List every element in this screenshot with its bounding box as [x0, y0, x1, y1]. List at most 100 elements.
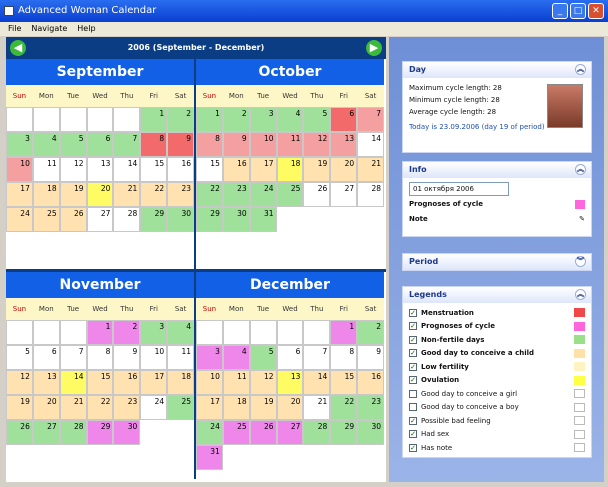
- day-cell[interactable]: 26: [6, 420, 33, 445]
- day-cell[interactable]: 3: [6, 132, 33, 157]
- day-cell[interactable]: 12: [249, 370, 277, 395]
- day-cell[interactable]: 16: [113, 370, 141, 395]
- day-cell[interactable]: 25: [276, 182, 304, 207]
- day-cell[interactable]: 22: [86, 395, 114, 420]
- day-cell[interactable]: 24: [196, 420, 223, 445]
- day-cell[interactable]: 20: [276, 395, 304, 420]
- day-cell[interactable]: 18: [222, 395, 250, 420]
- day-cell[interactable]: 30: [357, 420, 384, 445]
- collapse-icon[interactable]: ︽: [575, 164, 586, 175]
- day-cell[interactable]: 7: [303, 345, 331, 370]
- day-cell[interactable]: 31: [249, 207, 277, 232]
- day-cell[interactable]: 23: [113, 395, 141, 420]
- day-cell[interactable]: 24: [140, 395, 168, 420]
- next-period-button[interactable]: ▶: [366, 40, 382, 56]
- day-cell[interactable]: 14: [113, 157, 141, 182]
- day-cell[interactable]: 1: [196, 107, 223, 132]
- day-cell[interactable]: 2: [167, 107, 194, 132]
- day-cell[interactable]: 16: [222, 157, 250, 182]
- day-cell[interactable]: 11: [276, 132, 304, 157]
- day-cell[interactable]: 1: [330, 320, 358, 345]
- day-cell[interactable]: 5: [6, 345, 33, 370]
- day-cell[interactable]: 13: [32, 370, 60, 395]
- day-cell[interactable]: 5: [59, 132, 87, 157]
- legend-checkbox[interactable]: ✓: [409, 335, 417, 344]
- day-cell[interactable]: 10: [196, 370, 223, 395]
- day-cell[interactable]: 17: [6, 182, 33, 207]
- day-cell[interactable]: 13: [330, 132, 358, 157]
- day-cell[interactable]: 22: [196, 182, 223, 207]
- day-cell[interactable]: 9: [357, 345, 384, 370]
- day-cell[interactable]: 14: [59, 370, 87, 395]
- legend-checkbox[interactable]: ✓: [409, 430, 417, 439]
- maximize-button[interactable]: □: [570, 3, 586, 19]
- note-icon[interactable]: ✎: [579, 212, 585, 227]
- day-cell[interactable]: 20: [86, 182, 114, 207]
- day-cell[interactable]: 13: [276, 370, 304, 395]
- day-cell[interactable]: 8: [330, 345, 358, 370]
- day-cell[interactable]: 5: [303, 107, 331, 132]
- day-cell[interactable]: 26: [249, 420, 277, 445]
- day-cell[interactable]: 9: [222, 132, 250, 157]
- day-cell[interactable]: 28: [303, 420, 331, 445]
- day-cell[interactable]: 21: [59, 395, 87, 420]
- collapse-icon[interactable]: ︽: [575, 289, 586, 300]
- day-cell[interactable]: 29: [330, 420, 358, 445]
- legend-checkbox[interactable]: ✓: [409, 376, 417, 385]
- day-cell[interactable]: 9: [113, 345, 141, 370]
- day-cell[interactable]: 17: [196, 395, 223, 420]
- day-cell[interactable]: 2: [357, 320, 384, 345]
- day-cell[interactable]: 4: [222, 345, 250, 370]
- day-cell[interactable]: 2: [113, 320, 141, 345]
- day-cell[interactable]: 12: [6, 370, 33, 395]
- day-cell[interactable]: 7: [357, 107, 384, 132]
- day-cell[interactable]: 13: [86, 157, 114, 182]
- day-cell[interactable]: 19: [249, 395, 277, 420]
- day-cell[interactable]: 15: [196, 157, 223, 182]
- day-cell[interactable]: 30: [113, 420, 141, 445]
- day-cell[interactable]: 1: [140, 107, 168, 132]
- day-cell[interactable]: 9: [167, 132, 194, 157]
- day-cell[interactable]: 26: [303, 182, 331, 207]
- day-cell[interactable]: 15: [140, 157, 168, 182]
- day-cell[interactable]: 8: [196, 132, 223, 157]
- day-cell[interactable]: 29: [196, 207, 223, 232]
- day-cell[interactable]: 28: [113, 207, 141, 232]
- day-cell[interactable]: 29: [140, 207, 168, 232]
- day-cell[interactable]: 7: [113, 132, 141, 157]
- day-cell[interactable]: 2: [222, 107, 250, 132]
- day-cell[interactable]: 17: [249, 157, 277, 182]
- day-cell[interactable]: 15: [86, 370, 114, 395]
- day-cell[interactable]: 12: [303, 132, 331, 157]
- day-cell[interactable]: 11: [32, 157, 60, 182]
- day-cell[interactable]: 26: [59, 207, 87, 232]
- day-cell[interactable]: 16: [167, 157, 194, 182]
- day-cell[interactable]: 7: [59, 345, 87, 370]
- day-cell[interactable]: 15: [330, 370, 358, 395]
- day-cell[interactable]: 11: [167, 345, 194, 370]
- day-cell[interactable]: 16: [357, 370, 384, 395]
- day-cell[interactable]: 30: [222, 207, 250, 232]
- day-cell[interactable]: 11: [222, 370, 250, 395]
- day-cell[interactable]: 3: [196, 345, 223, 370]
- menu-file[interactable]: File: [8, 22, 21, 36]
- day-cell[interactable]: 17: [140, 370, 168, 395]
- day-cell[interactable]: 3: [249, 107, 277, 132]
- day-cell[interactable]: 21: [357, 157, 384, 182]
- day-cell[interactable]: 14: [357, 132, 384, 157]
- day-cell[interactable]: 23: [357, 395, 384, 420]
- day-cell[interactable]: 6: [86, 132, 114, 157]
- day-cell[interactable]: 19: [6, 395, 33, 420]
- day-cell[interactable]: 14: [303, 370, 331, 395]
- day-cell[interactable]: 25: [32, 207, 60, 232]
- day-cell[interactable]: 20: [32, 395, 60, 420]
- avatar[interactable]: [547, 84, 583, 128]
- day-cell[interactable]: 27: [32, 420, 60, 445]
- day-cell[interactable]: 5: [249, 345, 277, 370]
- day-cell[interactable]: 31: [196, 445, 223, 470]
- legend-checkbox[interactable]: ✓: [409, 362, 417, 371]
- minimize-button[interactable]: _: [552, 3, 568, 19]
- menu-help[interactable]: Help: [77, 22, 95, 36]
- day-cell[interactable]: 6: [330, 107, 358, 132]
- day-cell[interactable]: 20: [330, 157, 358, 182]
